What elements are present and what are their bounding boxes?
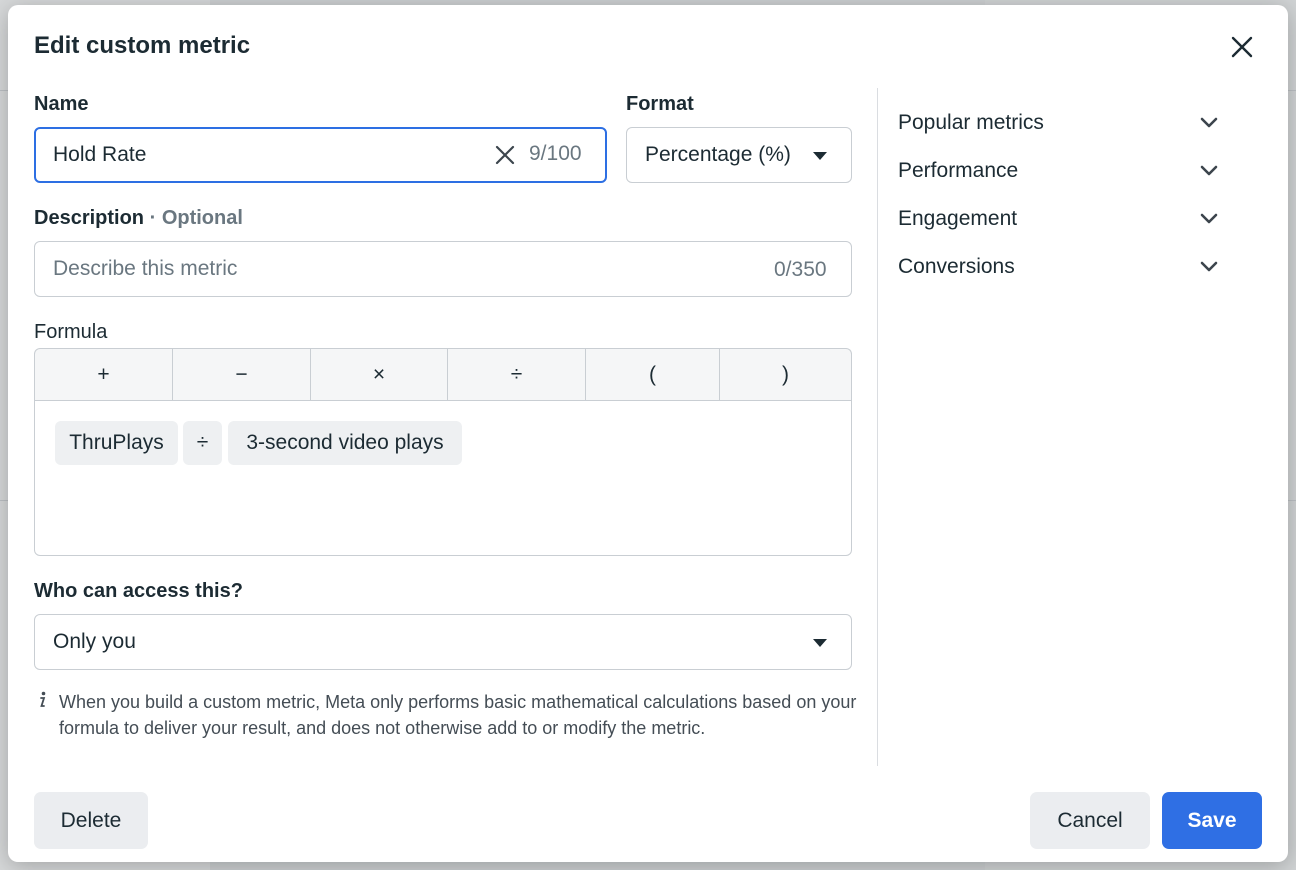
- operator-close-paren-button[interactable]: ): [720, 349, 851, 401]
- description-separator: ·: [144, 207, 162, 229]
- description-placeholder: Describe this metric: [53, 257, 238, 280]
- category-performance[interactable]: Performance: [898, 153, 1218, 189]
- access-label: Who can access this?: [34, 580, 243, 602]
- close-icon: [1231, 36, 1253, 58]
- clear-name-button[interactable]: [493, 143, 517, 167]
- category-engagement[interactable]: Engagement: [898, 201, 1218, 237]
- edit-custom-metric-dialog: Edit custom metric Name Hold Rate 9/100 …: [8, 5, 1288, 862]
- cancel-button[interactable]: Cancel: [1030, 792, 1150, 849]
- caret-down-icon: [813, 639, 827, 647]
- chevron-down-icon: [1200, 165, 1218, 176]
- category-popular-metrics[interactable]: Popular metrics: [898, 105, 1218, 141]
- format-label: Format: [626, 93, 694, 115]
- save-button[interactable]: Save: [1162, 792, 1262, 849]
- column-divider: [877, 88, 878, 766]
- dialog-title: Edit custom metric: [34, 32, 251, 59]
- category-label: Conversions: [898, 255, 1015, 278]
- chevron-down-icon: [1200, 261, 1218, 272]
- clear-x-icon: [495, 145, 515, 165]
- formula-token-metric[interactable]: ThruPlays: [55, 421, 178, 465]
- category-label: Popular metrics: [898, 111, 1044, 134]
- format-selected-value: Percentage (%): [645, 143, 791, 166]
- chevron-down-icon: [1200, 117, 1218, 128]
- name-char-counter: 9/100: [529, 142, 582, 165]
- description-char-counter: 0/350: [774, 258, 827, 281]
- formula-token-operator[interactable]: ÷: [183, 421, 222, 465]
- operator-open-paren-button[interactable]: (: [586, 349, 720, 401]
- info-disclaimer: When you build a custom metric, Meta onl…: [59, 692, 857, 738]
- name-input-value: Hold Rate: [53, 143, 147, 166]
- caret-down-icon: [813, 152, 827, 160]
- chevron-down-icon: [1200, 213, 1218, 224]
- description-label: Description · Optional: [34, 207, 243, 230]
- name-input[interactable]: Hold Rate 9/100: [34, 127, 607, 183]
- description-input[interactable]: Describe this metric 0/350: [34, 241, 852, 297]
- delete-button[interactable]: Delete: [34, 792, 148, 849]
- operator-minus-button[interactable]: −: [173, 349, 311, 401]
- formula-label: Formula: [34, 321, 108, 343]
- operator-multiply-button[interactable]: ×: [311, 349, 448, 401]
- name-label: Name: [34, 93, 89, 115]
- operator-plus-button[interactable]: +: [35, 349, 173, 401]
- category-label: Engagement: [898, 207, 1018, 230]
- info-icon: [40, 691, 46, 707]
- formula-editor[interactable]: ThruPlays ÷ 3-second video plays: [34, 400, 852, 556]
- category-conversions[interactable]: Conversions: [898, 249, 1218, 285]
- operator-divide-button[interactable]: ÷: [448, 349, 586, 401]
- close-button[interactable]: [1226, 31, 1258, 63]
- formula-token-metric[interactable]: 3-second video plays: [228, 421, 462, 465]
- optional-tag: Optional: [161, 207, 243, 229]
- access-select[interactable]: Only you: [34, 614, 852, 670]
- category-label: Performance: [898, 159, 1019, 182]
- format-select[interactable]: Percentage (%): [626, 127, 852, 183]
- access-selected-value: Only you: [53, 630, 136, 653]
- formula-operator-bar: + − × ÷ ( ): [34, 348, 852, 401]
- description-label-text: Description: [34, 207, 145, 229]
